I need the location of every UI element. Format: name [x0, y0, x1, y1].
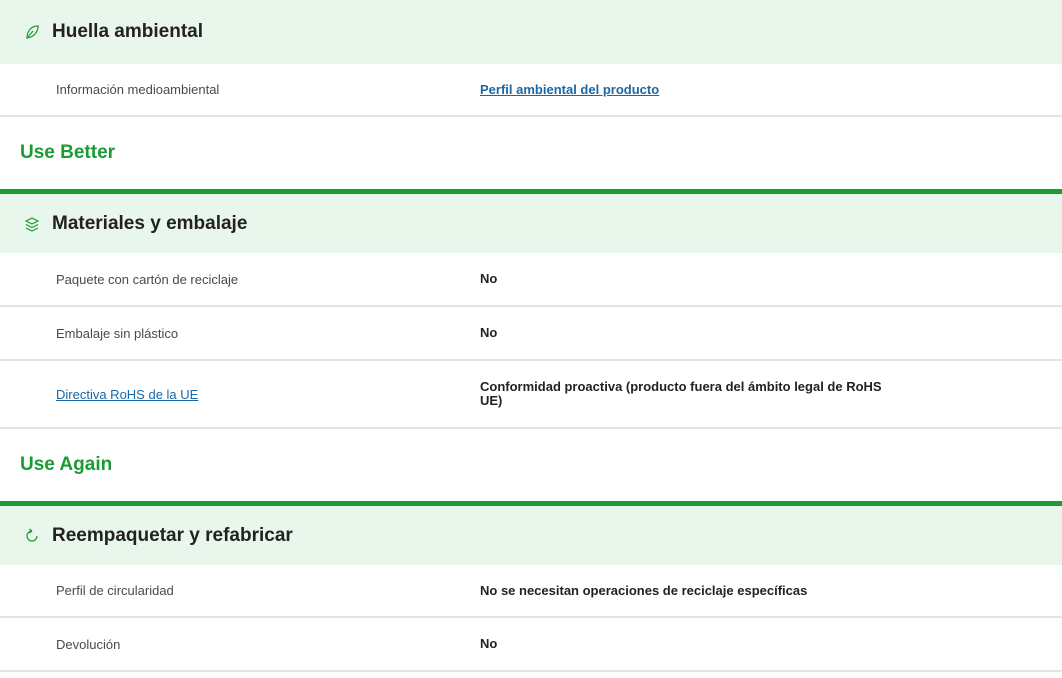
environmental-footprint-header: Huella ambiental [0, 0, 1062, 64]
table-row: Embalaje sin plástico No [0, 307, 1062, 361]
row-label: Paquete con cartón de reciclaje [56, 271, 239, 287]
group-title-use-again: Use Again [20, 454, 113, 475]
row-value: No [480, 325, 498, 340]
section-title: Reempaquetar y refabricar [52, 524, 293, 546]
table-row: Devolución No [0, 618, 1062, 672]
row-value: Conformidad proactiva (producto fuera de… [480, 379, 882, 408]
row-label: Embalaje sin plástico [56, 325, 179, 341]
row-value: No [480, 271, 498, 286]
section-title: Materiales y embalaje [52, 212, 248, 234]
materials-packaging-header: Materiales y embalaje [0, 189, 1062, 253]
leaf-icon [24, 24, 40, 40]
row-label: Información medioambiental [56, 82, 220, 97]
table-row: Paquete con cartón de reciclaje No [0, 253, 1062, 307]
row-value: No se necesitan operaciones de reciclaje… [480, 582, 808, 598]
table-row: Directiva RoHS de la UE Conformidad proa… [0, 361, 1062, 429]
refresh-icon [24, 528, 40, 544]
row-label: Perfil de circularidad [56, 583, 174, 598]
layers-icon [24, 216, 40, 232]
section-title: Huella ambiental [52, 21, 203, 42]
row-label: Devolución [56, 636, 121, 652]
repackage-remanufacture-header: Reempaquetar y refabricar [0, 501, 1062, 565]
row-value: No [480, 636, 498, 651]
table-row: Perfil de circularidad No se necesitan o… [0, 565, 1062, 618]
group-title-use-better: Use Better [20, 142, 116, 163]
table-row: Información medioambiental Perfil ambien… [0, 64, 1062, 117]
product-environmental-profile-link[interactable]: Perfil ambiental del producto [480, 82, 900, 97]
rohs-directive-link[interactable]: Directiva RoHS de la UE [0, 387, 480, 402]
